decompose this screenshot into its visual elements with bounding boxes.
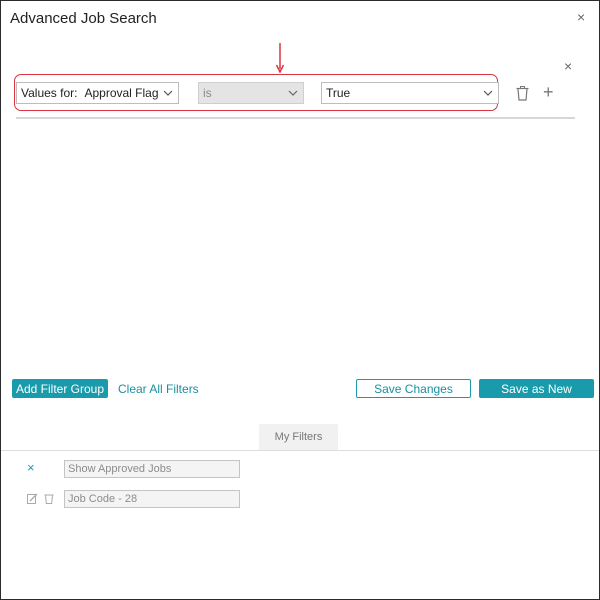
operator-select: is — [198, 82, 304, 104]
field-select-prefix: Values for: — [21, 86, 78, 100]
trash-icon[interactable] — [44, 493, 54, 504]
saved-filter-name[interactable]: Show Approved Jobs — [64, 460, 240, 478]
dialog-close-button[interactable]: × — [577, 10, 585, 24]
value-select-value: True — [326, 86, 351, 100]
tab-my-filters[interactable]: My Filters — [259, 424, 338, 450]
edit-icon[interactable] — [27, 493, 38, 504]
add-filter-group-button[interactable]: Add Filter Group — [12, 379, 108, 398]
annotation-arrow-icon — [276, 43, 284, 73]
plus-icon[interactable]: + — [543, 83, 554, 101]
save-changes-button[interactable]: Save Changes — [356, 379, 471, 398]
operator-select-value: is — [203, 86, 212, 100]
chevron-down-icon — [483, 90, 493, 96]
trash-icon[interactable] — [516, 86, 529, 101]
save-as-new-button[interactable]: Save as New — [479, 379, 594, 398]
field-select-value: Approval Flag — [84, 86, 159, 100]
chevron-down-icon — [288, 90, 298, 96]
tab-divider — [1, 450, 599, 451]
filter-divider — [16, 117, 575, 119]
remove-filter-icon[interactable]: × — [27, 461, 35, 474]
chevron-down-icon — [163, 90, 173, 96]
dialog-title: Advanced Job Search — [10, 10, 157, 27]
clear-all-filters-link[interactable]: Clear All Filters — [118, 382, 199, 396]
saved-filter-name[interactable]: Job Code - 28 — [64, 490, 240, 508]
advanced-job-search-dialog: Advanced Job Search × × Values for: Appr… — [0, 0, 600, 600]
value-select[interactable]: True — [321, 82, 499, 104]
field-select[interactable]: Values for: Approval Flag — [16, 82, 179, 104]
filter-group-close-button[interactable]: × — [564, 59, 572, 73]
